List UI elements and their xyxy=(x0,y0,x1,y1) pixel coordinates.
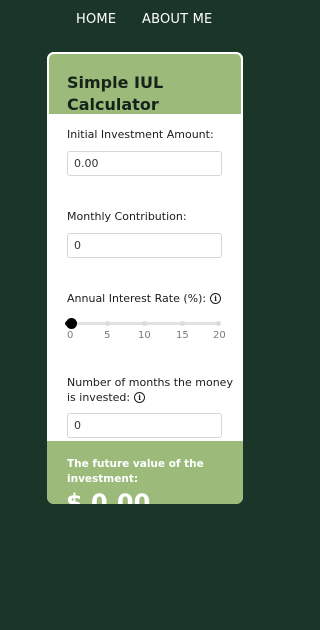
initial-investment-input[interactable]: 0.00 xyxy=(67,151,222,176)
initial-investment-label: Initial Investment Amount: xyxy=(67,128,214,141)
slider-tick-label: 15 xyxy=(176,330,189,341)
info-icon[interactable]: i xyxy=(134,391,146,403)
nav-about-link[interactable]: ABOUT ME xyxy=(142,11,212,29)
interest-rate-slider[interactable] xyxy=(65,317,221,331)
result-value: $ 0.00 xyxy=(66,489,151,504)
calculator-card: Simple IUL Calculator Initial Investment… xyxy=(47,52,243,504)
interest-rate-label: Annual Interest Rate (%): i xyxy=(67,291,237,306)
slider-tick-label: 0 xyxy=(67,330,74,341)
result-label: The future value of the investment: xyxy=(67,458,204,485)
months-label: Number of months the money is invested: i xyxy=(67,376,233,404)
slider-tick-dot xyxy=(142,321,147,326)
slider-thumb[interactable] xyxy=(66,318,77,329)
calculator-title: Simple IUL Calculator xyxy=(67,73,164,114)
monthly-contribution-input[interactable]: 0 xyxy=(67,233,222,258)
top-nav: HOME ABOUT ME xyxy=(0,11,291,29)
months-input[interactable]: 0 xyxy=(67,413,222,438)
slider-tick-dot xyxy=(216,321,221,326)
slider-tick-dot xyxy=(180,321,185,326)
slider-tick-dot xyxy=(105,321,110,326)
nav-home-link[interactable]: HOME xyxy=(76,11,116,29)
slider-tick-label: 20 xyxy=(213,330,226,341)
monthly-contribution-label: Monthly Contribution: xyxy=(67,210,187,223)
slider-tick-label: 5 xyxy=(104,330,111,341)
calculator-header: Simple IUL Calculator xyxy=(47,52,243,114)
slider-tick-label: 10 xyxy=(138,330,151,341)
result-panel: The future value of the investment: $ 0.… xyxy=(47,441,243,504)
info-icon[interactable]: i xyxy=(210,292,222,304)
